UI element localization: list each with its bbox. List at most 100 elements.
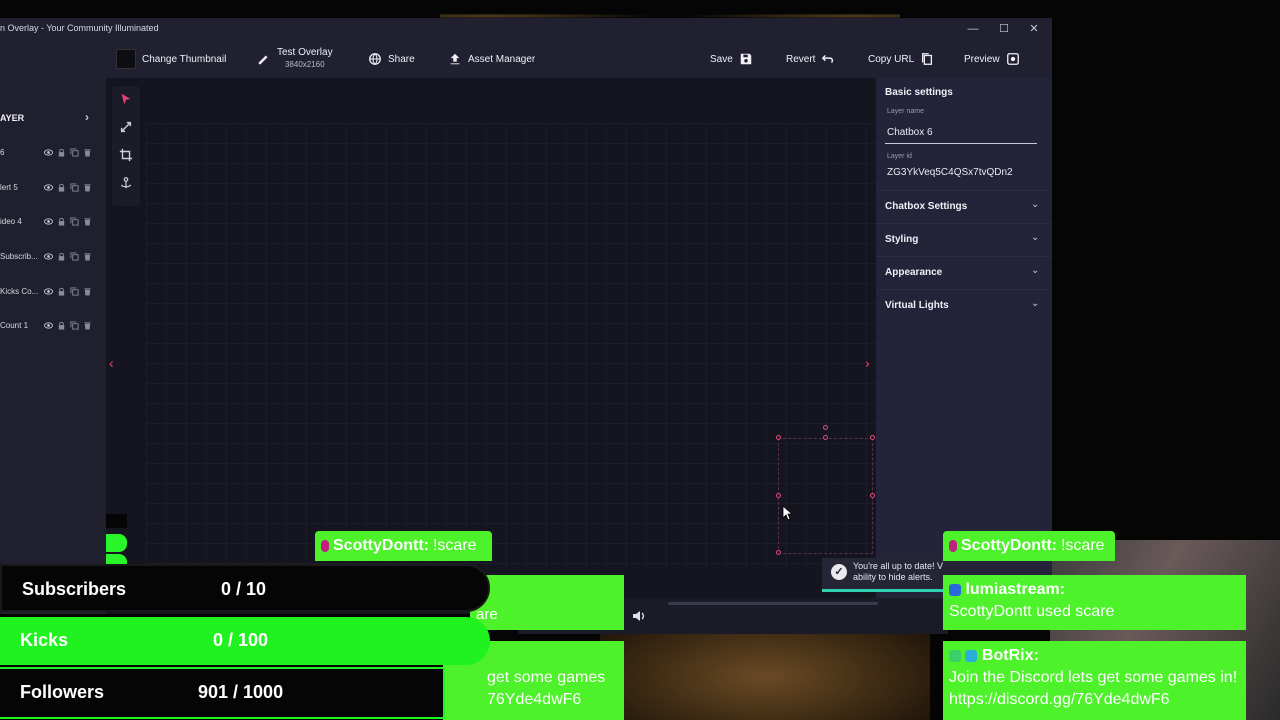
layer-row[interactable]: Kicks Co...: [0, 284, 106, 302]
revert-button[interactable]: Revert: [786, 40, 835, 78]
editor-main: AYER › 6 lert 5 ideo 4 Subscrib... Kicks Co.…: [0, 78, 1052, 634]
share-label: Share: [388, 53, 415, 65]
layer-row[interactable]: Count 1: [0, 318, 106, 336]
lock-icon[interactable]: [57, 286, 66, 297]
eye-icon[interactable]: [44, 182, 53, 193]
chat-right-user: ScottyDontt:: [961, 537, 1057, 554]
layer-name-input[interactable]: Chatbox 6: [887, 127, 933, 138]
duplicate-icon[interactable]: [70, 147, 79, 158]
media-progress-bar[interactable]: [668, 602, 878, 605]
virtual-lights-section[interactable]: Virtual Lights ⌄: [876, 289, 1052, 322]
resize-handle[interactable]: [870, 435, 875, 440]
resize-handle[interactable]: [776, 435, 781, 440]
resize-icon[interactable]: [119, 120, 133, 134]
overlay-name: Test Overlay: [277, 47, 333, 58]
asset-manager-button[interactable]: Asset Manager: [448, 40, 535, 78]
lock-icon[interactable]: [57, 147, 66, 158]
chevron-down-icon: ⌄: [1031, 298, 1040, 309]
trash-icon[interactable]: [83, 147, 92, 158]
anchor-icon[interactable]: [119, 176, 133, 190]
chat-right-message-1-author: lumiastream:: [965, 581, 1066, 598]
tool-column: [112, 86, 140, 206]
lock-icon[interactable]: [57, 216, 66, 227]
layers-header[interactable]: AYER ›: [0, 108, 106, 128]
layer-row[interactable]: Subscrib...: [0, 249, 106, 267]
layer-name: 6: [0, 148, 5, 157]
eye-icon[interactable]: [44, 286, 53, 297]
chatbox-settings-section[interactable]: Chatbox Settings ⌄: [876, 190, 1052, 223]
duplicate-icon[interactable]: [70, 182, 79, 193]
chat-left-header: ScottyDontt: !scare: [315, 531, 492, 561]
chat-right-message-1-text: ScottyDontt used scare: [949, 603, 1115, 620]
change-thumbnail-button[interactable]: Change Thumbnail: [116, 40, 226, 78]
trash-icon[interactable]: [83, 286, 92, 297]
checkmark-icon: ✓: [831, 564, 847, 580]
save-button[interactable]: Save: [710, 40, 753, 78]
trash-icon[interactable]: [83, 251, 92, 262]
volume-icon[interactable]: [631, 608, 647, 624]
eye-icon[interactable]: [44, 216, 53, 227]
copy-url-button[interactable]: Copy URL: [868, 40, 934, 78]
lock-icon[interactable]: [57, 182, 66, 193]
layer-row[interactable]: lert 5: [0, 180, 106, 198]
rotate-handle[interactable]: [823, 425, 828, 430]
preview-button[interactable]: Preview: [964, 40, 1020, 78]
close-button[interactable]: ✕: [1026, 21, 1042, 37]
chat-right-message-2-text: Join the Discord lets get some games in!…: [949, 669, 1238, 708]
eye-icon[interactable]: [44, 320, 53, 331]
duplicate-icon[interactable]: [70, 216, 79, 227]
save-label: Save: [710, 53, 733, 65]
layer-row[interactable]: 6: [0, 145, 106, 163]
resize-handle[interactable]: [776, 550, 781, 555]
revert-label: Revert: [786, 53, 816, 65]
lock-icon[interactable]: [57, 251, 66, 262]
goal-value: 0 / 100: [213, 630, 269, 650]
eye-icon[interactable]: [44, 147, 53, 158]
duplicate-icon[interactable]: [70, 320, 79, 331]
select-pointer-icon[interactable]: [119, 92, 133, 106]
minimize-button[interactable]: —: [965, 21, 981, 37]
update-toast: ✓ You're all up to date! V ability to hi…: [822, 558, 962, 592]
layers-panel: AYER › 6 lert 5 ideo 4 Subscrib... Kicks Co.…: [0, 78, 106, 614]
chevron-right-icon[interactable]: ›: [85, 110, 89, 124]
overlay-element-green: [106, 534, 127, 552]
layer-name-label: Layer name: [887, 108, 924, 115]
chevron-left-icon[interactable]: ‹: [109, 355, 114, 371]
styling-section[interactable]: Styling ⌄: [876, 223, 1052, 256]
layer-id-value: ZG3YkVeq5C4QSx7tvQDn2: [887, 167, 1013, 178]
chat-right-message-1: lumiastream: ScottyDontt used scare: [943, 575, 1246, 630]
trash-icon[interactable]: [83, 216, 92, 227]
chat-left-header-msg: !scare: [432, 537, 477, 554]
overlay-name-button[interactable]: Test Overlay 3840x2160: [257, 40, 333, 78]
selected-layer-bounds[interactable]: [778, 438, 873, 554]
pencil-icon: [257, 52, 271, 66]
eye-icon[interactable]: [44, 251, 53, 262]
chevron-right-canvas-icon[interactable]: ›: [865, 355, 870, 371]
resize-handle[interactable]: [870, 493, 875, 498]
layers-header-label: AYER: [0, 113, 25, 123]
overlay-resolution: 3840x2160: [284, 60, 325, 69]
floppy-disk-icon: [739, 52, 753, 66]
trash-icon[interactable]: [83, 320, 92, 331]
bot-badge-icon: [949, 649, 961, 662]
maximize-button[interactable]: ☐: [996, 21, 1012, 37]
lock-icon[interactable]: [57, 320, 66, 331]
crop-icon[interactable]: [119, 148, 133, 162]
chat-left-user: ScottyDontt:: [333, 537, 429, 554]
chevron-down-icon: ⌄: [1031, 199, 1040, 210]
chat-right-header: ScottyDontt: !scare: [943, 531, 1115, 561]
thumbnail-preview: [116, 49, 136, 69]
globe-icon: [368, 52, 382, 66]
share-button[interactable]: Share: [368, 40, 415, 78]
styling-title: Styling: [885, 234, 919, 245]
resize-handle[interactable]: [776, 493, 781, 498]
duplicate-icon[interactable]: [70, 251, 79, 262]
layer-row[interactable]: ideo 4: [0, 214, 106, 232]
trash-icon[interactable]: [83, 182, 92, 193]
resize-handle[interactable]: [823, 435, 828, 440]
appearance-section[interactable]: Appearance ⌄: [876, 256, 1052, 289]
chat-left-message-2-line-1: get some games: [487, 669, 606, 686]
asset-manager-label: Asset Manager: [468, 53, 536, 65]
duplicate-icon[interactable]: [70, 286, 79, 297]
layer-name: Subscrib...: [0, 252, 38, 261]
